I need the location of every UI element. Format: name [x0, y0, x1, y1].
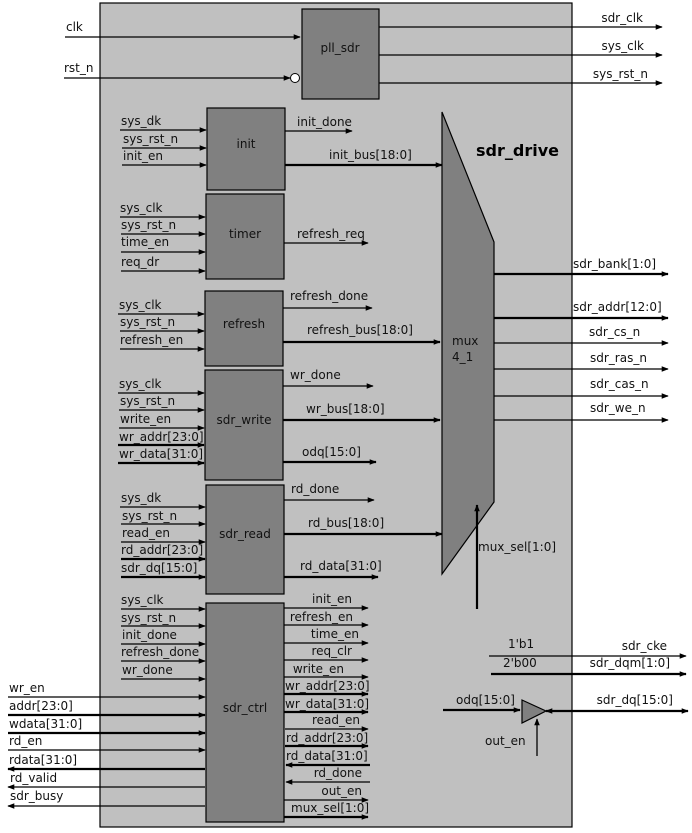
timer-name: timer: [229, 227, 261, 241]
ext-port-label: addr[23:0]: [9, 699, 73, 713]
write-in-label: wr_addr[23:0]: [119, 430, 204, 444]
ctrl-out-label: rd_data[31:0]: [286, 749, 368, 763]
refresh-in-label: sys_clk: [119, 298, 162, 312]
refresh-in-label: refresh_en: [120, 333, 183, 347]
ext-port-label: rdata[31:0]: [9, 753, 77, 767]
timer-in-label: req_dr: [121, 255, 159, 269]
sdr-read-name: sdr_read: [219, 527, 271, 541]
init-bus-label: init_bus[18:0]: [329, 148, 412, 162]
timer-in-label: time_en: [121, 235, 169, 249]
ctrl-out-label: req_clr: [311, 644, 352, 658]
ext-port-label: rd_en: [9, 734, 42, 748]
sdr-ctrl-name: sdr_ctrl: [223, 701, 267, 715]
sdr-cke-label: sdr_cke: [622, 639, 667, 653]
wr-done-label: wr_done: [290, 368, 341, 382]
refresh-done-label: refresh_done: [290, 289, 368, 303]
mux-sel-label: mux_sel[1:0]: [478, 540, 556, 554]
read-in-label: read_en: [122, 526, 170, 540]
read-in-label: sdr_dq[15:0]: [121, 561, 197, 575]
const-2b00-label: 2'b00: [503, 656, 537, 670]
sdr-dq-label: sdr_dq[15:0]: [597, 693, 673, 707]
rd-bus-label: rd_bus[18:0]: [308, 516, 384, 530]
sdr-write-name: sdr_write: [217, 413, 272, 427]
rd-data-label: rd_data[31:0]: [300, 559, 382, 573]
timer-in-label: sys_rst_n: [121, 218, 176, 232]
write-in-label: sys_clk: [119, 377, 162, 391]
write-in-label: wr_data[31:0]: [119, 447, 203, 461]
ctrl-out-label: mux_sel[1:0]: [291, 801, 369, 815]
init-done-label: init_done: [297, 115, 352, 129]
sdr-clk-label: sdr_clk: [601, 11, 643, 25]
refresh-bus-label: refresh_bus[18:0]: [307, 323, 413, 337]
ctrl-out-label: write_en: [293, 662, 344, 676]
refresh-name: refresh: [223, 317, 265, 331]
sdr-dqm-label: sdr_dqm[1:0]: [590, 656, 670, 670]
sys-clk-label: sys_clk: [602, 39, 645, 53]
init-name: init: [237, 137, 256, 151]
read-in-label: sys_rst_n: [122, 509, 177, 523]
mux-out-label: sdr_addr[12:0]: [573, 300, 662, 314]
ctrl-out-label: rd_done: [314, 766, 362, 780]
write-in-label: sys_rst_n: [120, 394, 175, 408]
tristate-in-label: odq[15:0]: [456, 693, 515, 707]
read-in-label: rd_addr[23:0]: [121, 543, 203, 557]
ctrl-out-label: out_en: [321, 784, 362, 798]
ctrl-in-label: sys_clk: [121, 593, 164, 607]
refresh-req-label: refresh_req: [297, 227, 365, 241]
const-1b1-label: 1'b1: [508, 637, 534, 651]
ext-port-label: sdr_busy: [10, 789, 63, 803]
mux-out-label: sdr_bank[1:0]: [573, 257, 656, 271]
rd-done-label: rd_done: [291, 482, 339, 496]
init-in-label: init_en: [123, 149, 163, 163]
ext-port-label: wdata[31:0]: [9, 717, 82, 731]
wr-bus-label: wr_bus[18:0]: [306, 402, 385, 416]
ctrl-in-label: refresh_done: [121, 645, 199, 659]
init-in-label: sys_dk: [121, 114, 161, 128]
mux-out-label: sdr_ras_n: [590, 351, 647, 365]
ext-port-label: rd_valid: [10, 771, 57, 785]
init-in-label: sys_rst_n: [123, 132, 178, 146]
mux-name-line2: 4_1: [452, 350, 473, 364]
mux-name-line1: mux: [452, 334, 478, 348]
inverter-bubble-icon: [290, 73, 300, 83]
ctrl-in-label: init_done: [122, 628, 177, 642]
sdr-drive-block-diagram: sdr_drive clk rst_n pll_sdr sdr_clk sys_…: [7, 2, 689, 828]
mux-out-label: sdr_cas_n: [590, 377, 649, 391]
pll-sdr-name: pll_sdr: [320, 41, 359, 55]
timer-in-label: sys_clk: [120, 201, 163, 215]
ctrl-in-label: sys_rst_n: [121, 611, 176, 625]
odq-label: odq[15:0]: [302, 445, 361, 459]
refresh-in-label: sys_rst_n: [120, 315, 175, 329]
write-in-label: write_en: [120, 412, 171, 426]
clk-label: clk: [66, 20, 83, 34]
mux-out-label: sdr_we_n: [590, 401, 646, 415]
sys-rst-n-label: sys_rst_n: [593, 67, 648, 81]
ext-port-label: wr_en: [9, 681, 45, 695]
rst-n-label: rst_n: [64, 61, 94, 75]
ctrl-out-label: rd_addr[23:0]: [286, 731, 368, 745]
ctrl-out-label: wr_data[31:0]: [285, 697, 369, 711]
read-in-label: sys_dk: [121, 491, 161, 505]
mux-out-label: sdr_cs_n: [589, 325, 640, 339]
ctrl-in-label: wr_done: [122, 663, 173, 677]
out-en-label: out_en: [485, 734, 526, 748]
ctrl-out-label: refresh_en: [290, 610, 353, 624]
ctrl-out-label: time_en: [311, 627, 359, 641]
ctrl-out-label: init_en: [312, 592, 352, 606]
ctrl-out-label: read_en: [312, 713, 360, 727]
ctrl-out-label: wr_addr[23:0]: [285, 679, 370, 693]
module-title: sdr_drive: [476, 141, 559, 160]
